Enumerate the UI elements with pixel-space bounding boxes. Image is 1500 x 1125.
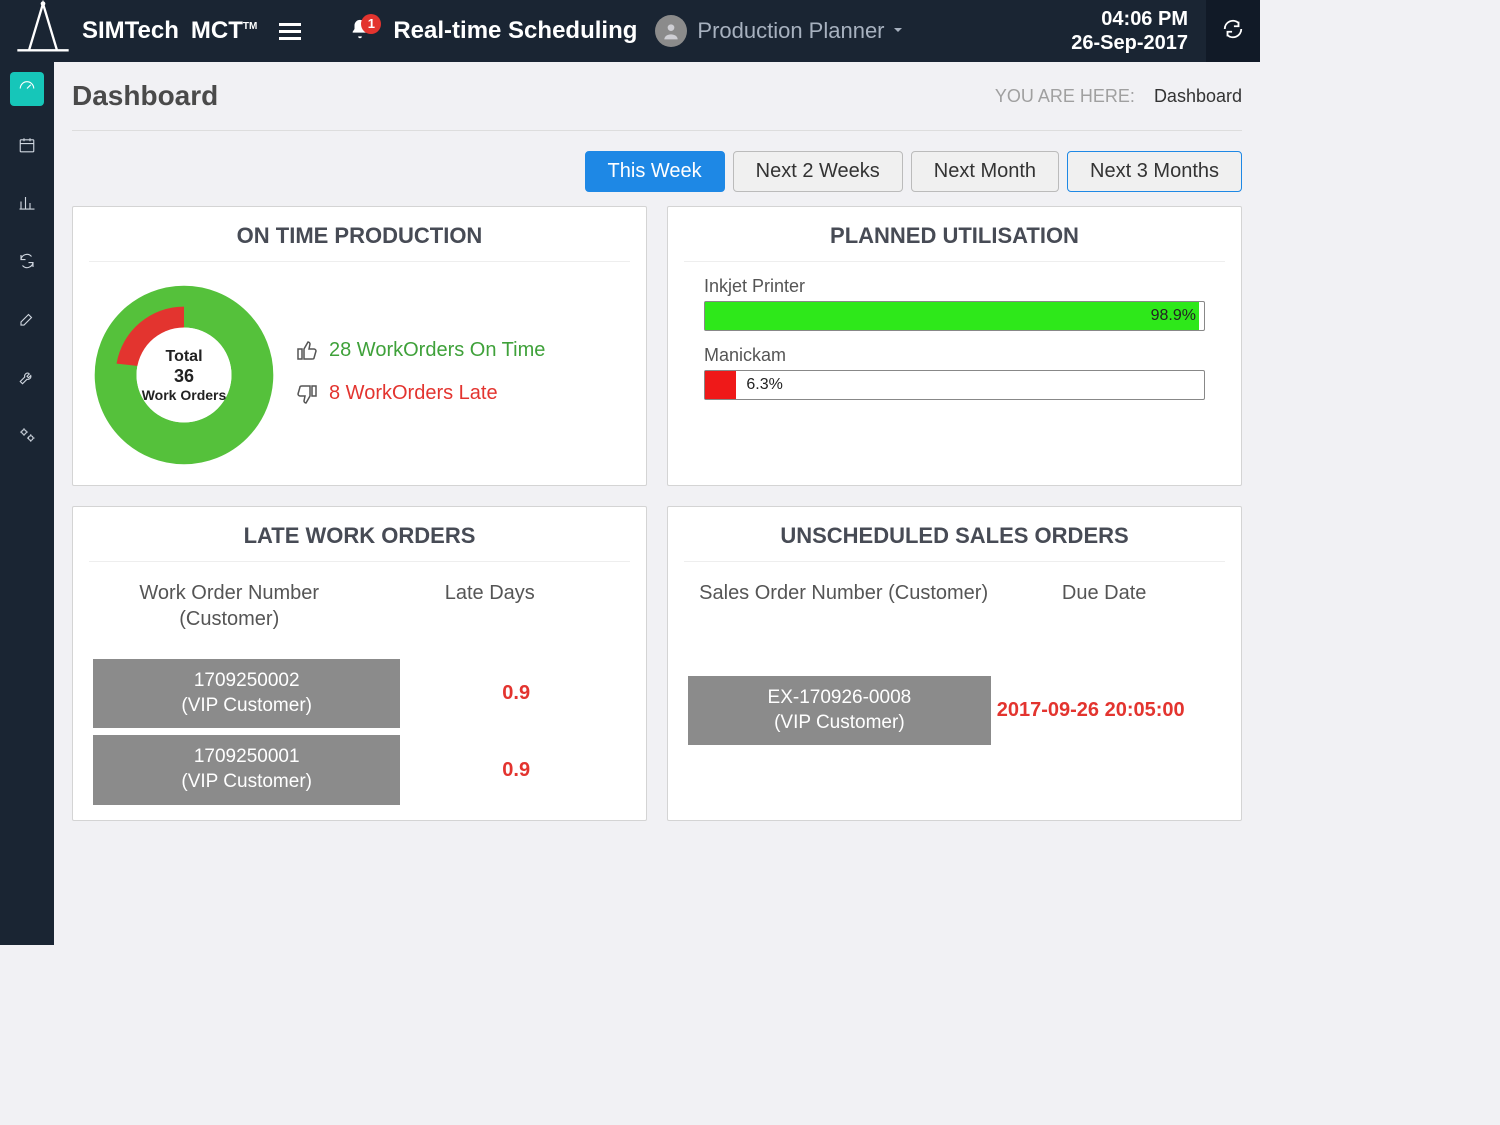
time-range-selector: This Week Next 2 Weeks Next Month Next 3…: [72, 151, 1242, 192]
card-title: UNSCHEDULED SALES ORDERS: [684, 523, 1225, 562]
thumbs-down-icon: [295, 382, 319, 411]
work-order-pill: 1709250002(VIP Customer): [93, 659, 400, 728]
range-this-week[interactable]: This Week: [585, 151, 725, 192]
card-title: ON TIME PRODUCTION: [89, 223, 630, 262]
util-label: Manickam: [704, 345, 1205, 366]
card-late-work-orders: LATE WORK ORDERS Work Order Number (Cust…: [72, 506, 647, 821]
cogs-icon: [18, 426, 36, 449]
refresh-button[interactable]: [1206, 0, 1260, 62]
util-row: Inkjet Printer 98.9%: [704, 276, 1205, 331]
nav-settings[interactable]: [10, 420, 44, 454]
nav-edit[interactable]: [10, 304, 44, 338]
range-next-2-weeks[interactable]: Next 2 Weeks: [733, 151, 903, 192]
edit-icon: [18, 310, 36, 333]
late-days: 0.9: [406, 759, 626, 782]
thumbs-up-icon: [295, 339, 319, 368]
donut-chart: Total 36 Work Orders: [89, 280, 279, 470]
card-planned-utilisation: PLANNED UTILISATION Inkjet Printer 98.9%…: [667, 206, 1242, 486]
sidebar: [0, 62, 54, 945]
nav-calendar[interactable]: [10, 130, 44, 164]
nav-sync[interactable]: [10, 246, 44, 280]
util-bar: 6.3%: [704, 370, 1205, 400]
column-header: Sales Order Number (Customer): [694, 580, 993, 606]
hamburger-menu-icon[interactable]: [279, 23, 301, 40]
column-header: Work Order Number (Customer): [99, 580, 360, 632]
late-row[interactable]: 1709250001(VIP Customer) 0.9: [93, 735, 626, 804]
nav-dashboard[interactable]: [10, 72, 44, 106]
brand-mct: MCTTM: [191, 17, 257, 45]
column-header: Late Days: [360, 580, 621, 632]
notifications-button[interactable]: 1: [349, 18, 371, 45]
page-title: Dashboard: [72, 80, 218, 112]
header-section-title: Real-time Scheduling: [393, 17, 637, 45]
ontime-label: 28 WorkOrders On Time: [329, 339, 545, 362]
card-unscheduled-sales-orders: UNSCHEDULED SALES ORDERS Sales Order Num…: [667, 506, 1242, 821]
user-name-label: Production Planner: [697, 18, 884, 44]
range-next-3-months[interactable]: Next 3 Months: [1067, 151, 1242, 192]
nav-tools[interactable]: [10, 362, 44, 396]
range-next-month[interactable]: Next Month: [911, 151, 1059, 192]
due-date: 2017-09-26 20:05:00: [997, 699, 1221, 722]
datetime-display: 04:06 PM 26-Sep-2017: [1071, 7, 1206, 55]
main-content: Dashboard YOU ARE HERE: Dashboard This W…: [54, 62, 1260, 945]
user-menu[interactable]: Production Planner: [655, 15, 902, 47]
late-days: 0.9: [406, 682, 626, 705]
util-label: Inkjet Printer: [704, 276, 1205, 297]
brand-simtech: SIMTech: [82, 17, 179, 45]
calendar-icon: [18, 136, 36, 159]
bar-chart-icon: [18, 194, 36, 217]
late-row[interactable]: 1709250002(VIP Customer) 0.9: [93, 659, 626, 728]
work-order-pill: 1709250001(VIP Customer): [93, 735, 400, 804]
card-on-time-production: ON TIME PRODUCTION Total 36 Work Orders: [72, 206, 647, 486]
breadcrumb: YOU ARE HERE: Dashboard: [995, 86, 1242, 107]
sync-icon: [18, 252, 36, 275]
gauge-icon: [18, 78, 36, 101]
late-label: 8 WorkOrders Late: [329, 382, 498, 405]
card-title: PLANNED UTILISATION: [684, 223, 1225, 262]
notification-badge: 1: [361, 14, 381, 34]
refresh-icon: [1222, 18, 1244, 45]
nav-analytics[interactable]: [10, 188, 44, 222]
wrench-icon: [18, 368, 36, 391]
avatar-icon: [655, 15, 687, 47]
util-bar: 98.9%: [704, 301, 1205, 331]
card-title: LATE WORK ORDERS: [89, 523, 630, 562]
caret-down-icon: [893, 22, 903, 40]
util-percent: 98.9%: [1151, 307, 1196, 325]
util-row: Manickam 6.3%: [704, 345, 1205, 400]
util-percent: 6.3%: [746, 376, 782, 394]
unscheduled-row[interactable]: EX-170926-0008(VIP Customer) 2017-09-26 …: [688, 676, 1221, 745]
column-header: Due Date: [993, 580, 1215, 606]
top-bar: SIMTech MCTTM 1 Real-time Scheduling Pro…: [0, 0, 1260, 62]
sales-order-pill: EX-170926-0008(VIP Customer): [688, 676, 991, 745]
simtech-logo-icon: [8, 7, 78, 55]
